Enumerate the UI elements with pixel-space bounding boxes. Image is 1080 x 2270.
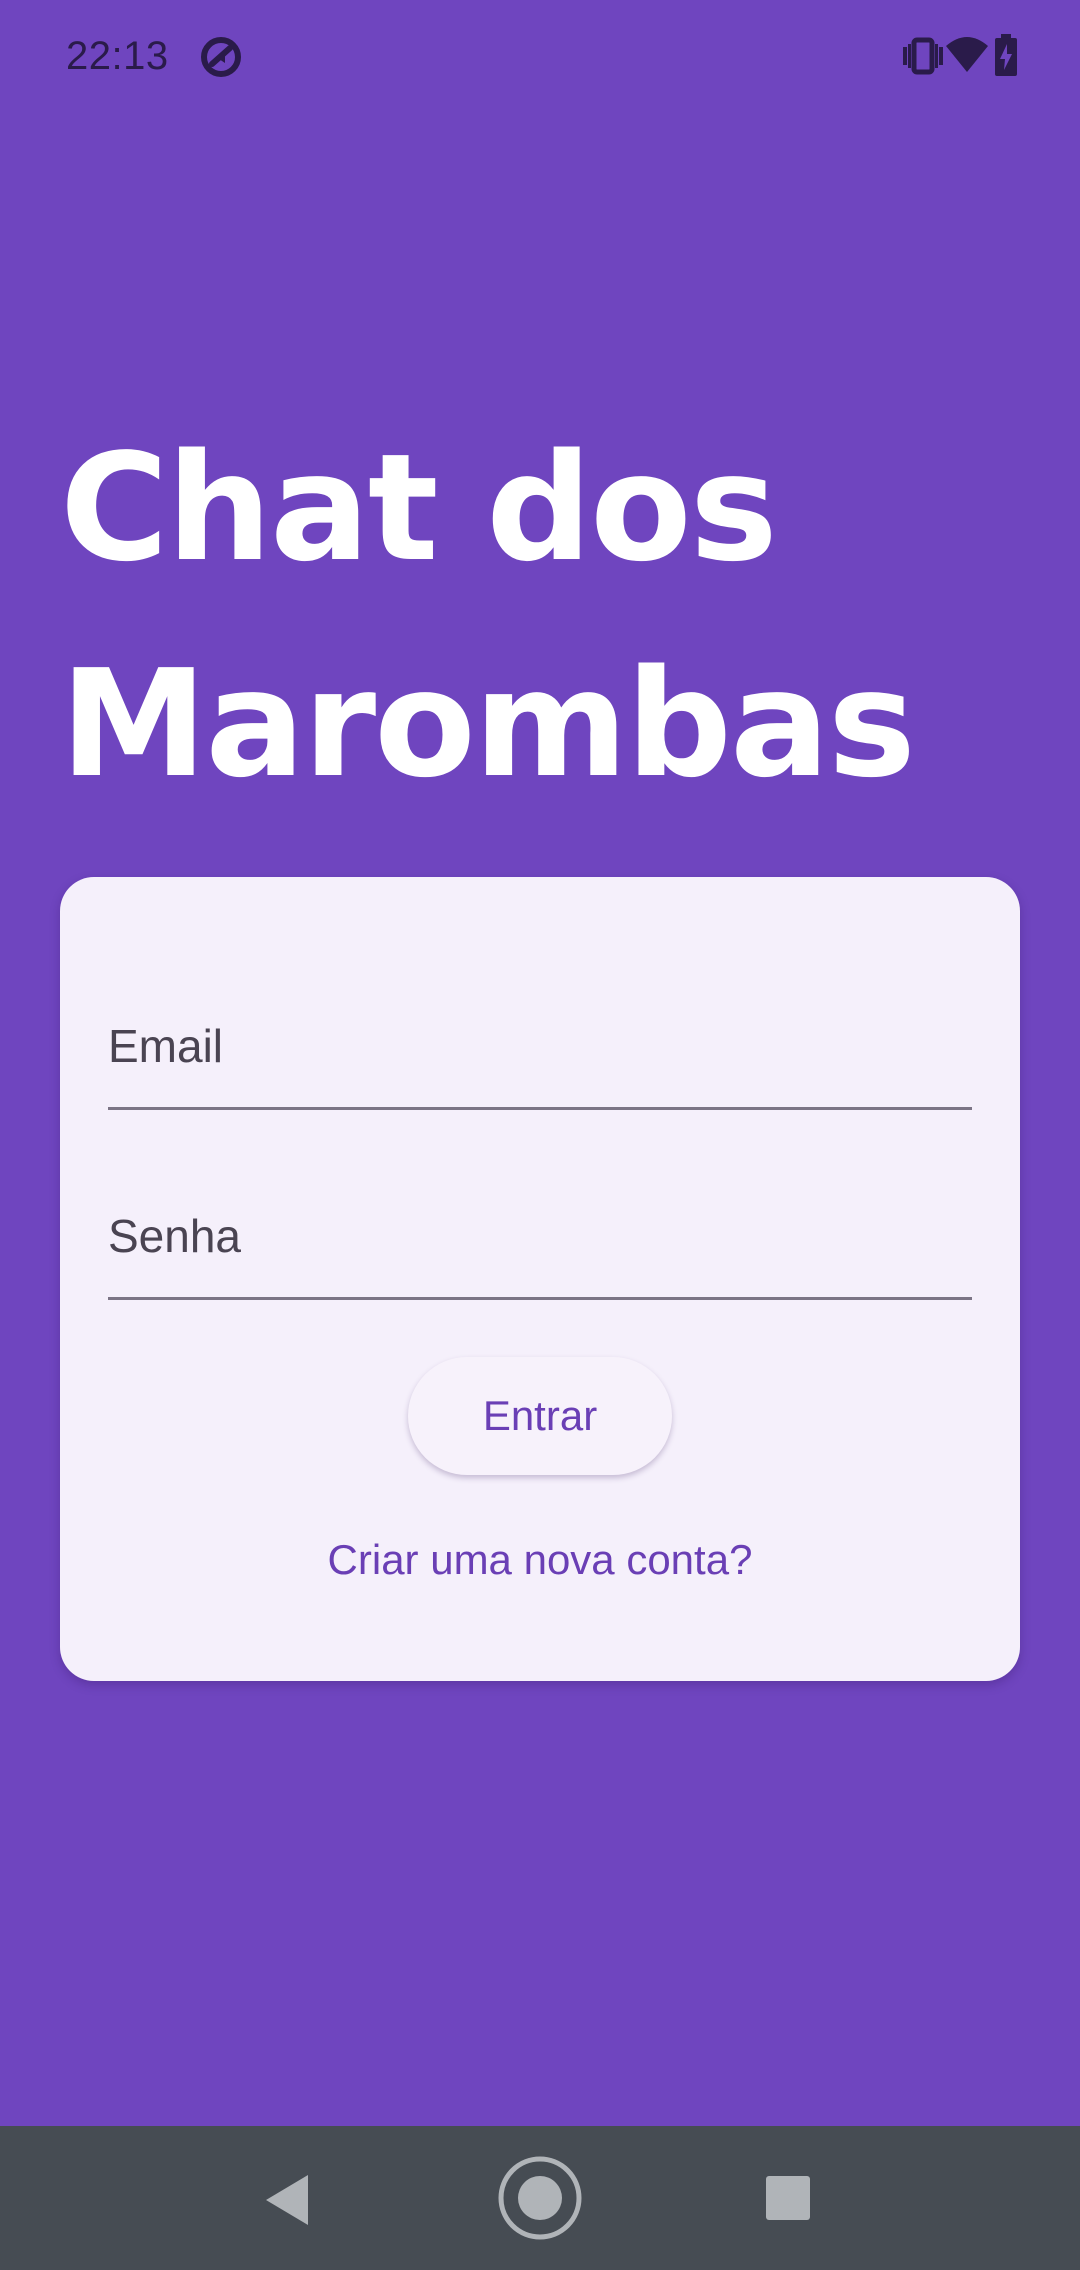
create-account-link[interactable]: Criar uma nova conta? bbox=[60, 1535, 1020, 1585]
login-card: Email Senha Entrar Criar uma nova conta? bbox=[60, 877, 1020, 1681]
sync-badge-icon bbox=[201, 37, 241, 77]
home-icon[interactable] bbox=[497, 2155, 583, 2241]
login-button[interactable]: Entrar bbox=[408, 1357, 672, 1475]
app-title-line1: Chat dos bbox=[60, 422, 778, 594]
recents-icon[interactable] bbox=[764, 2174, 812, 2222]
status-bar: 22:13 bbox=[0, 0, 1080, 110]
battery-charging-icon bbox=[995, 34, 1017, 76]
navigation-bar bbox=[0, 2126, 1080, 2270]
app-title-line2: Marombas bbox=[60, 638, 916, 810]
vibrate-icon bbox=[903, 37, 943, 75]
email-input[interactable] bbox=[108, 977, 976, 1109]
status-time: 22:13 bbox=[66, 34, 169, 78]
app-title: Chat dos Marombas bbox=[60, 400, 1020, 832]
email-field[interactable]: Email bbox=[108, 977, 976, 1110]
back-icon[interactable] bbox=[262, 2172, 312, 2228]
wifi-icon bbox=[946, 37, 988, 72]
password-input[interactable] bbox=[108, 1167, 976, 1299]
password-field[interactable]: Senha bbox=[108, 1167, 976, 1300]
